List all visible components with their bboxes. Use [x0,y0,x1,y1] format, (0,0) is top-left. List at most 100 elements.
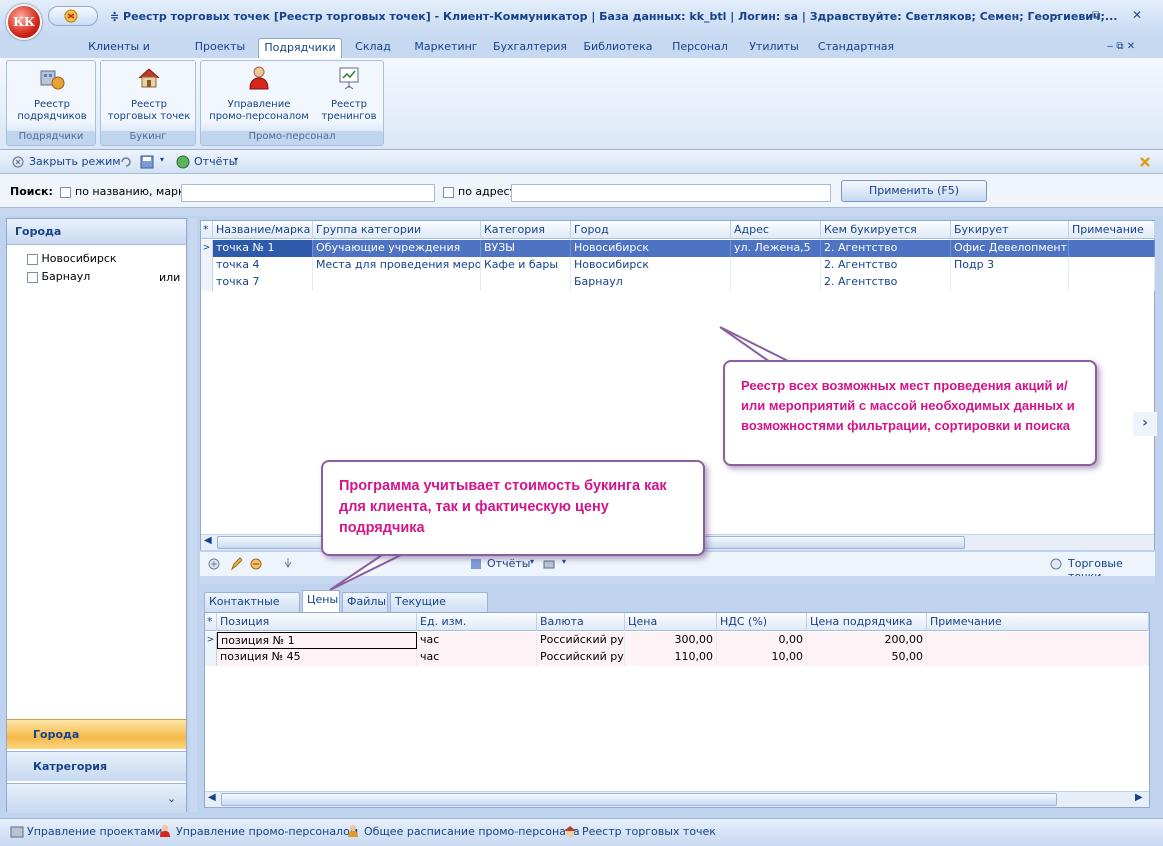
status-link-projects[interactable]: Управление проектами [27,825,162,838]
tab-contractors[interactable]: Подрядчики [258,38,342,58]
quick-access-icon[interactable] [63,9,79,23]
tab-library[interactable]: Библиотека [580,38,656,58]
table-row[interactable]: > позиция № 1 час Российский рубль 300,0… [205,632,1149,649]
table-cell[interactable]: позиция № 45 [217,649,417,666]
tab-current-projects[interactable]: Текущие проекты [390,592,488,626]
tab-personnel[interactable]: Персонал [666,38,734,58]
table-cell[interactable]: Новосибирск [571,257,731,274]
table-cell[interactable]: 0,00 [717,632,807,649]
column-header[interactable]: Примечание [1069,221,1155,239]
tab-projects[interactable]: Проекты [188,38,252,58]
tab-clients-sales[interactable]: Клиенты и Продажи [60,38,178,71]
table-cell[interactable]: Российский рубль [537,632,625,649]
table-cell[interactable] [1069,274,1155,291]
tab-prices[interactable]: Цены [302,590,340,612]
column-header[interactable]: НДС (%) [717,613,807,631]
close-button[interactable]: ✕ [1132,8,1142,22]
table-cell[interactable] [1069,257,1155,274]
table-cell[interactable]: час [417,632,537,649]
table-cell[interactable]: позиция № 1 [217,632,417,649]
column-header[interactable]: Город [571,221,731,239]
table-cell[interactable]: час [417,649,537,666]
table-cell[interactable]: точка № 1 [213,240,313,257]
nav-cities-button[interactable]: Города [7,719,186,749]
table-cell[interactable]: Обучающие учреждения [313,240,481,257]
nav-overflow-chevron[interactable]: ⌄ [7,783,186,813]
table-cell[interactable] [927,632,1149,649]
vertical-splitter[interactable] [189,218,197,812]
table-cell[interactable]: 300,00 [625,632,717,649]
scroll-left-icon[interactable]: ◀ [208,792,216,803]
close-mode-button[interactable]: Закрыть режим [29,155,121,168]
table-cell[interactable]: Барнаул [571,274,731,291]
scroll-left-icon[interactable]: ◀ [204,535,212,546]
column-header[interactable]: Категория [481,221,571,239]
promo-staff-management-button[interactable]: Управление промо-персоналом [207,65,311,123]
refresh-icon[interactable] [120,156,132,168]
search-address-input[interactable] [511,184,831,202]
table-cell[interactable]: 110,00 [625,649,717,666]
table-cell[interactable] [481,274,571,291]
chevron-down-icon[interactable]: ▾ [530,557,534,566]
contractors-registry-button[interactable]: Реестр подрядчиков [13,65,91,123]
table-cell[interactable]: 2. Агентство [821,274,951,291]
nav-category-button[interactable]: Катрегория [7,751,186,781]
app-menu-button[interactable]: КК [6,4,42,40]
column-header[interactable]: Кем букируется [821,221,951,239]
detail-reports-button[interactable]: Отчёты [487,557,530,570]
column-header[interactable]: Цена [625,613,717,631]
reports-menu-button[interactable]: Отчёты [194,155,237,168]
horizontal-scrollbar[interactable]: ◀ ▶ [205,791,1149,807]
column-header[interactable]: Группа категории [313,221,481,239]
apply-button[interactable]: Применить (F5) [841,180,987,202]
table-cell[interactable]: Места для проведения мероприятий [313,257,481,274]
city-item[interactable]: Новосибирск [27,252,117,265]
column-header[interactable]: Цена подрядчика [807,613,927,631]
print-icon[interactable] [542,557,556,571]
column-header[interactable]: Ед. изм. [417,613,537,631]
table-cell[interactable]: ВУЗЫ [481,240,571,257]
table-cell[interactable]: Подр 3 [951,257,1069,274]
table-cell[interactable]: Офис Девелопмент [951,240,1069,257]
scrollbar-thumb[interactable] [221,793,1057,806]
column-header[interactable]: Валюта [537,613,625,631]
column-header[interactable]: Адрес [731,221,821,239]
quick-access-toolbar[interactable] [48,6,98,26]
search-name-input[interactable] [181,184,435,202]
table-cell[interactable]: 50,00 [807,649,927,666]
chevron-down-icon[interactable]: ▾ [160,155,164,164]
column-header[interactable]: Букирует [951,221,1069,239]
detail-splitter[interactable] [200,576,1155,584]
search-by-name-checkbox[interactable] [60,187,71,198]
table-cell[interactable]: точка 7 [213,274,313,291]
status-link-schedule[interactable]: Общее расписание промо-персонала [364,825,580,838]
table-cell[interactable]: точка 4 [213,257,313,274]
delete-icon[interactable] [250,558,262,570]
add-icon[interactable] [208,558,220,570]
table-row[interactable]: точка 4 Места для проведения мероприятий… [201,257,1155,274]
search-by-address-checkbox[interactable] [443,187,454,198]
table-cell[interactable] [313,274,481,291]
tab-warehouse[interactable]: Склад [348,38,398,58]
table-cell[interactable]: Новосибирск [571,240,731,257]
table-cell[interactable]: 2. Агентство [821,257,951,274]
column-header[interactable]: Примечание [927,613,1149,631]
table-cell[interactable]: ул. Лежена,5 [731,240,821,257]
tab-utilities[interactable]: Утилиты [744,38,804,58]
table-cell[interactable]: 200,00 [807,632,927,649]
column-header[interactable]: Позиция [217,613,417,631]
table-cell[interactable] [951,274,1069,291]
table-cell[interactable]: 10,00 [717,649,807,666]
scroll-right-icon[interactable]: ▶ [1135,792,1143,803]
column-header[interactable]: Название/марка [213,221,313,239]
save-icon[interactable] [140,155,154,169]
tab-contacts[interactable]: Контактные лица [204,592,300,626]
mdi-window-controls[interactable]: ‒ ⧉ ✕ [1086,38,1156,58]
table-row[interactable]: точка 7 Барнаул 2. Агентство [201,274,1155,291]
pin-icon[interactable] [282,557,294,571]
table-cell[interactable]: 2. Агентство [821,240,951,257]
table-row[interactable]: > точка № 1 Обучающие учреждения ВУЗЫ Но… [201,240,1155,257]
table-cell[interactable] [1069,240,1155,257]
table-cell[interactable] [731,274,821,291]
table-cell[interactable] [731,257,821,274]
